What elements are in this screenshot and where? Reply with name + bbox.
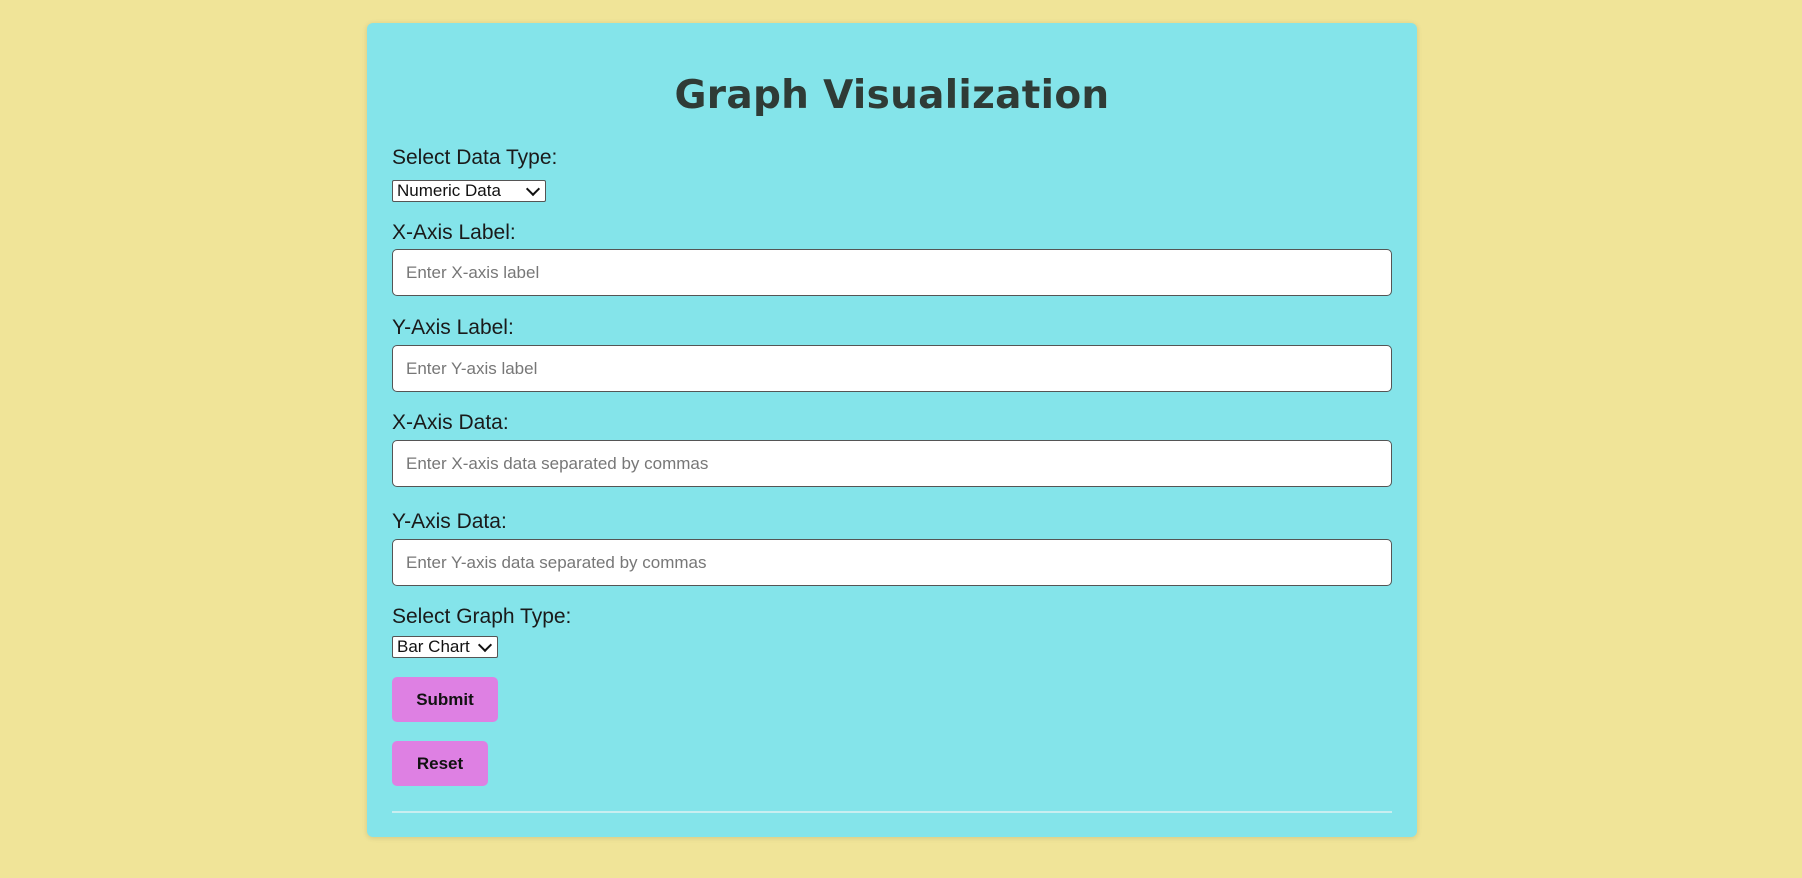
y-axis-label-input[interactable] bbox=[392, 345, 1392, 392]
y-axis-label-heading: Y-Axis Label: bbox=[392, 316, 514, 339]
submit-button[interactable]: Submit bbox=[392, 677, 498, 722]
page-title: Graph Visualization bbox=[674, 73, 1110, 118]
data-type-label: Select Data Type: bbox=[392, 146, 558, 169]
data-type-select[interactable]: Numeric Data bbox=[392, 180, 546, 202]
y-axis-data-input[interactable] bbox=[392, 539, 1392, 586]
graph-type-select[interactable]: Bar Chart bbox=[392, 636, 498, 658]
chevron-down-icon bbox=[477, 637, 493, 652]
x-axis-data-input[interactable] bbox=[392, 440, 1392, 487]
x-axis-data-heading: X-Axis Data: bbox=[392, 411, 509, 434]
graph-form-card: Graph Visualization Select Data Type: Nu… bbox=[367, 23, 1417, 837]
graph-type-label: Select Graph Type: bbox=[392, 605, 572, 628]
graph-type-selected-value: Bar Chart bbox=[397, 637, 470, 656]
chevron-down-icon bbox=[525, 181, 541, 196]
x-axis-label-input[interactable] bbox=[392, 249, 1392, 296]
data-type-selected-value: Numeric Data bbox=[397, 181, 501, 200]
y-axis-data-heading: Y-Axis Data: bbox=[392, 510, 507, 533]
divider bbox=[392, 811, 1392, 813]
reset-button[interactable]: Reset bbox=[392, 741, 488, 786]
x-axis-label-heading: X-Axis Label: bbox=[392, 221, 516, 244]
